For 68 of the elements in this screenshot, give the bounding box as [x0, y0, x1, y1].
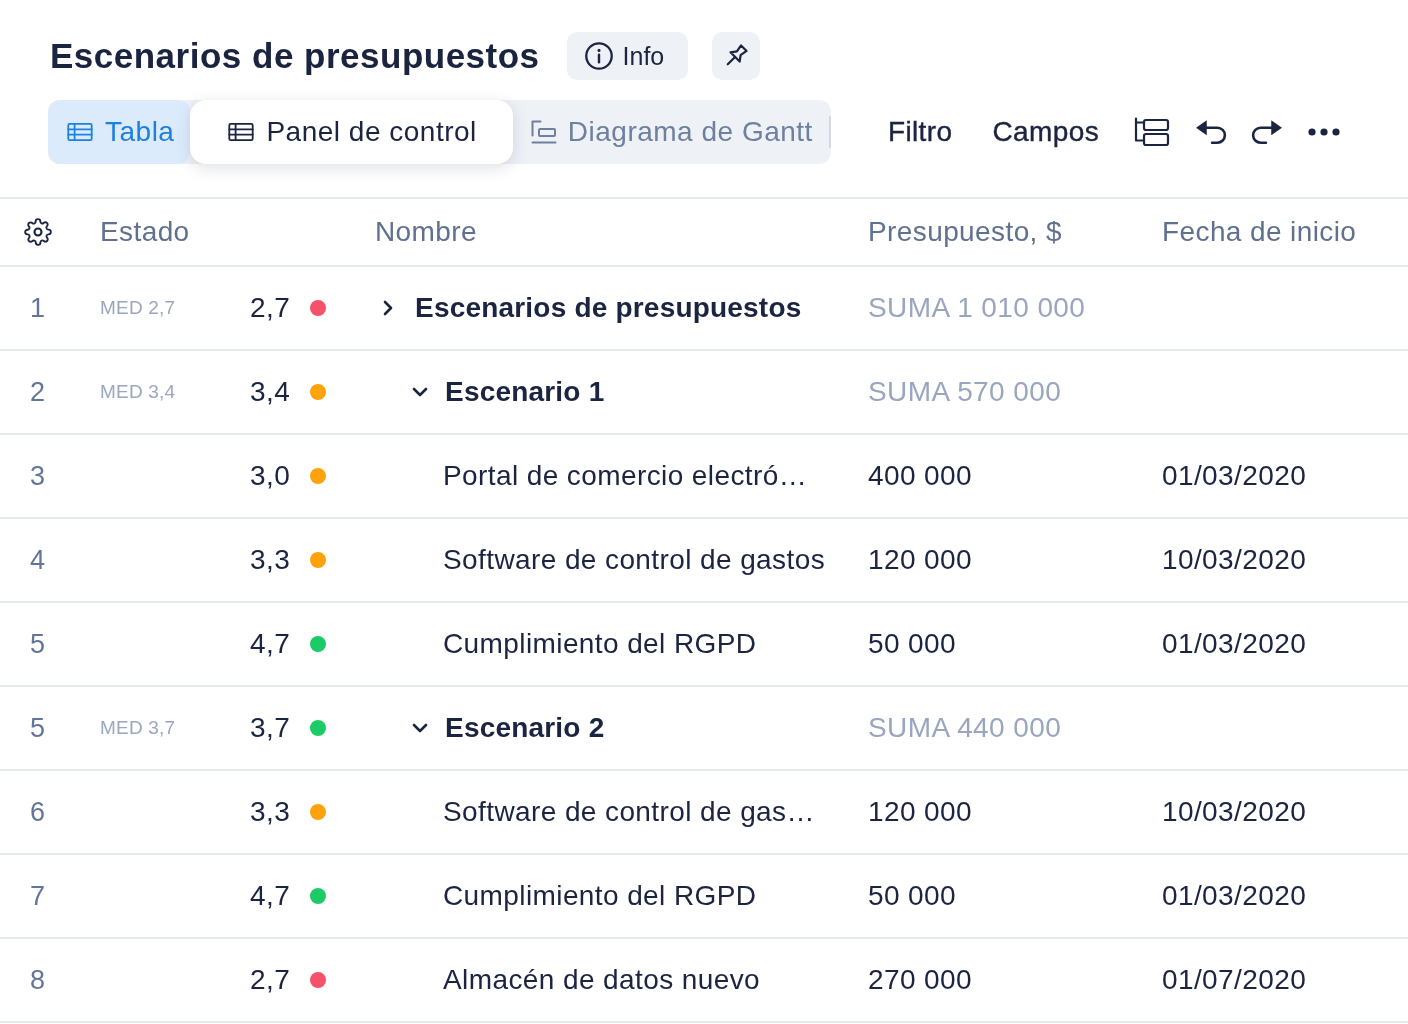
- column-header: Nombre: [375, 216, 477, 247]
- row-number: 7: [30, 880, 46, 911]
- task-name: Portal de comercio electró…: [443, 460, 808, 492]
- budget-value: 270 000: [868, 964, 972, 995]
- start-date: 10/03/2020: [1162, 796, 1307, 827]
- column-header: Estado: [100, 216, 190, 247]
- view-tab[interactable]: Diagrama de Gantt: [512, 100, 829, 164]
- average-value: MED 2,7: [100, 297, 176, 319]
- task-name: Cumplimiento del RGPD: [443, 628, 757, 660]
- score-value: 3,3: [250, 796, 291, 828]
- task-name: Cumplimiento del RGPD: [443, 880, 757, 912]
- table-icon: [66, 123, 94, 141]
- toolbar-button[interactable]: Filtro: [887, 116, 953, 148]
- average-value: MED 3,7: [100, 717, 176, 739]
- start-date: 01/03/2020: [1162, 880, 1307, 911]
- group-name: Escenarios de presupuestos: [415, 292, 802, 324]
- task-name: Almacén de datos nuevo: [443, 964, 760, 996]
- page-title: Escenarios de presupuestos: [50, 36, 540, 76]
- more-icon[interactable]: [1308, 128, 1341, 136]
- table-icon: [227, 123, 256, 141]
- chevron-right-icon[interactable]: [383, 300, 393, 316]
- score-value: 3,0: [250, 460, 291, 492]
- start-date: 01/03/2020: [1162, 460, 1307, 491]
- score-value: 4,7: [250, 628, 291, 660]
- group-name: Escenario 2: [445, 712, 605, 744]
- row-number: 2: [30, 376, 46, 407]
- score-value: 2,7: [250, 292, 291, 324]
- redo-icon[interactable]: [1251, 119, 1284, 145]
- score-value: 3,3: [250, 544, 291, 576]
- score-value: 2,7: [250, 964, 291, 996]
- start-date: 01/07/2020: [1162, 964, 1307, 995]
- row-number: 8: [30, 964, 46, 995]
- gantt-chart-icon: [530, 120, 557, 144]
- row-number: 5: [30, 712, 46, 743]
- chevron-down-icon[interactable]: [412, 723, 428, 733]
- chevron-down-icon[interactable]: [412, 387, 428, 397]
- info-icon: [584, 42, 613, 70]
- budget-value: 120 000: [868, 544, 972, 575]
- settings-icon[interactable]: [24, 218, 52, 246]
- view-tab[interactable]: Panel de control: [190, 100, 513, 164]
- row-number: 3: [30, 460, 46, 491]
- toolbar-button[interactable]: Campos: [992, 116, 1100, 148]
- sum-value: SUMA 440 000: [868, 712, 1062, 743]
- row-number: 5: [30, 628, 46, 659]
- group-rows-icon[interactable]: [1134, 117, 1171, 147]
- info-button[interactable]: Info: [566, 32, 689, 80]
- column-header: Presupuesto, $: [868, 216, 1062, 247]
- group-name: Escenario 1: [445, 376, 605, 408]
- sum-value: SUMA 1 010 000: [868, 292, 1086, 323]
- pin-button[interactable]: [712, 32, 761, 80]
- score-value: 3,4: [250, 376, 291, 408]
- budget-value: 120 000: [868, 796, 972, 827]
- budget-value: 400 000: [868, 460, 972, 491]
- score-value: 4,7: [250, 880, 291, 912]
- start-date: 01/03/2020: [1162, 628, 1307, 659]
- column-header: Fecha de inicio: [1162, 216, 1357, 247]
- task-name: Software de control de gas…: [443, 796, 815, 828]
- sum-value: SUMA 570 000: [868, 376, 1062, 407]
- task-name: Software de control de gastos: [443, 544, 826, 576]
- row-number: 4: [30, 544, 46, 575]
- budget-value: 50 000: [868, 880, 957, 911]
- start-date: 10/03/2020: [1162, 544, 1307, 575]
- average-value: MED 3,4: [100, 381, 176, 403]
- row-number: 1: [30, 292, 46, 323]
- row-number: 6: [30, 796, 46, 827]
- undo-icon[interactable]: [1195, 119, 1228, 145]
- score-value: 3,7: [250, 712, 291, 744]
- budget-value: 50 000: [868, 628, 957, 659]
